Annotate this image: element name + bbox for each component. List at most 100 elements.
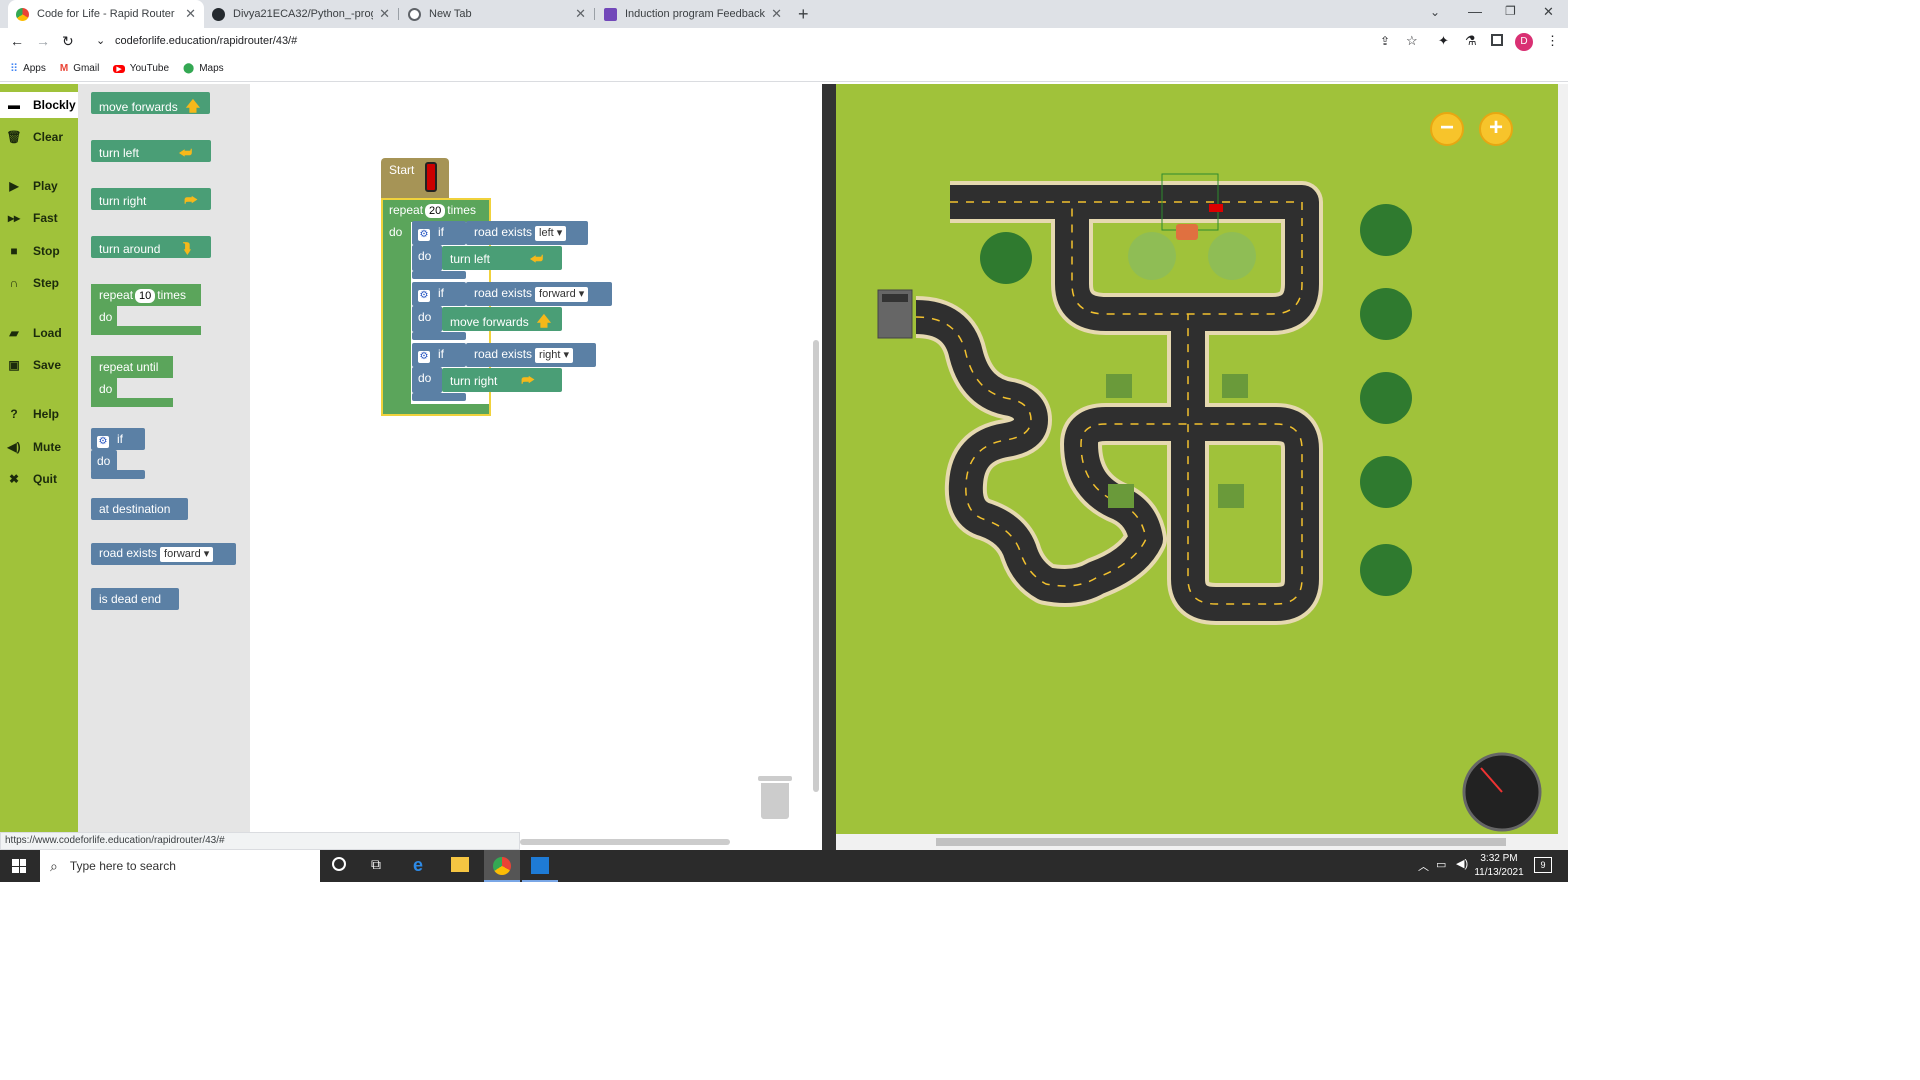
windows-start-icon[interactable]	[12, 859, 26, 873]
zoom-out-button[interactable]: −	[1430, 112, 1464, 146]
url-field[interactable]: codeforlife.education/rapidrouter/43/#	[115, 35, 297, 47]
direction-dropdown[interactable]: forward ▾	[535, 287, 589, 302]
menu-step[interactable]: ∩ Step	[0, 270, 78, 296]
back-icon[interactable]: ←	[10, 33, 24, 49]
workspace-vertical-scrollbar[interactable]	[813, 340, 819, 792]
side-panel-icon[interactable]	[1491, 34, 1503, 46]
gear-icon[interactable]: ⚙	[418, 351, 430, 363]
notification-center-icon[interactable]: 9	[1534, 857, 1552, 873]
menu-clear[interactable]: 🗑 Clear	[0, 124, 78, 150]
toolbox-repeat-until-block[interactable]: repeat until do	[91, 356, 175, 408]
repeat-count-field[interactable]: 10	[135, 289, 156, 303]
bookmark-youtube[interactable]: ▶ YouTube	[113, 63, 169, 74]
menu-play[interactable]: ▶ Play	[0, 173, 78, 199]
move-forwards-block[interactable]: move forwards 🡅	[442, 307, 562, 331]
turn-right-block[interactable]: turn right ⮫	[442, 368, 562, 392]
network-icon[interactable]: ▭	[1436, 858, 1446, 871]
task-view-icon[interactable]: ⧉	[371, 856, 381, 873]
restore-icon[interactable]: ❐	[1505, 4, 1516, 18]
if-left-block[interactable]: ⚙ if road exists left ▾ do turn left ⮨	[412, 221, 588, 279]
tab-new-tab[interactable]: New Tab ✕	[400, 0, 594, 28]
close-window-icon[interactable]: ✕	[1543, 4, 1554, 20]
taskbar-search-box[interactable]: ⌕ Type here to search	[40, 850, 320, 882]
menu-load[interactable]: ▰ Load	[0, 320, 78, 346]
close-tab-icon[interactable]: ✕	[771, 6, 782, 22]
menu-stop[interactable]: ■ Stop	[0, 238, 78, 264]
road-exists-condition[interactable]: road exists right ▾	[466, 343, 596, 367]
apps-grid-icon: ⠿	[10, 63, 19, 75]
blockly-workspace[interactable]: Start repeat 20 times do ⚙ if road exists le…	[250, 84, 822, 850]
lab-icon[interactable]: ⚗	[1465, 33, 1477, 49]
menu-blockly[interactable]: ▬ Blockly	[0, 92, 78, 118]
bookmark-maps[interactable]: ⬤ Maps	[183, 63, 224, 74]
taskbar-photos[interactable]	[522, 850, 558, 882]
toolbox-turn-left-block[interactable]: turn left ⮨	[91, 140, 211, 162]
zoom-in-button[interactable]: +	[1479, 112, 1513, 146]
cortana-icon[interactable]	[332, 857, 346, 871]
gear-icon[interactable]: ⚙	[97, 436, 109, 448]
profile-avatar[interactable]: D	[1515, 33, 1533, 51]
road-exists-condition[interactable]: road exists left ▾	[466, 221, 588, 245]
stop-icon: ■	[10, 244, 18, 258]
site-info-icon[interactable]: ⌄	[96, 34, 105, 47]
toolbox-at-destination-block[interactable]: at destination	[91, 498, 188, 520]
new-tab-icon[interactable]: +	[798, 4, 809, 25]
workspace-horizontal-scrollbar[interactable]	[520, 839, 730, 845]
close-tab-icon[interactable]: ✕	[379, 6, 390, 22]
repeat-count-field[interactable]: 20	[425, 204, 446, 218]
turn-left-block[interactable]: turn left ⮨	[442, 246, 562, 270]
page-vertical-scrollbar[interactable]	[1558, 84, 1568, 850]
trash-icon: 🗑	[6, 130, 22, 144]
close-tab-icon[interactable]: ✕	[575, 6, 586, 22]
minimize-icon[interactable]: —	[1468, 3, 1482, 19]
bookmark-star-icon[interactable]: ☆	[1406, 33, 1418, 49]
road-map	[877, 173, 1542, 832]
road-exists-condition[interactable]: road exists forward ▾	[466, 282, 612, 306]
tab-search-icon[interactable]: ⌄	[1430, 5, 1440, 19]
menu-help[interactable]: ? Help	[0, 401, 78, 427]
workspace-trash-icon[interactable]	[758, 776, 792, 820]
start-block[interactable]: Start	[381, 158, 449, 198]
forward-icon[interactable]: →	[36, 33, 50, 49]
van-icon	[425, 162, 437, 192]
toolbox-turn-right-block[interactable]: turn right ⮫	[91, 188, 211, 210]
tray-chevron-icon[interactable]: ︿	[1418, 858, 1429, 874]
volume-icon[interactable]: ◀)	[1456, 857, 1468, 870]
tab-github[interactable]: Divya21ECA32/Python_-program ✕	[204, 0, 398, 28]
reload-icon[interactable]: ↻	[62, 33, 74, 50]
direction-dropdown[interactable]: left ▾	[535, 226, 567, 241]
bookmark-apps[interactable]: ⠿ Apps	[10, 62, 46, 75]
tab-induction-feedback[interactable]: Induction program Feedback ✕	[596, 0, 790, 28]
tab-code-for-life[interactable]: Code for Life - Rapid Router ✕	[8, 0, 204, 28]
clock[interactable]: 3:32 PM 11/13/2021	[1474, 852, 1524, 880]
menu-quit[interactable]: ✖ Quit	[0, 466, 78, 492]
map-horizontal-scrollbar[interactable]	[836, 834, 1558, 850]
arrow-right-turn-icon: ⮫	[521, 372, 535, 388]
youtube-icon: ▶	[113, 64, 125, 73]
share-icon[interactable]: ⇪	[1380, 34, 1390, 48]
menu-fast[interactable]: ▸▸ Fast	[0, 205, 78, 231]
toolbox-repeat-block[interactable]: repeat 10 times do	[91, 284, 201, 336]
panel-divider[interactable]	[822, 84, 836, 850]
direction-dropdown[interactable]: right ▾	[535, 348, 574, 363]
toolbox-road-exists-block[interactable]: road exists forward ▾	[91, 543, 236, 565]
extensions-icon[interactable]: ✦	[1438, 33, 1449, 49]
if-right-block[interactable]: ⚙ if road exists right ▾ do turn right ⮫	[412, 343, 596, 401]
forms-favicon-icon	[604, 7, 617, 21]
toolbox-turn-around-block[interactable]: turn around ⮯	[91, 236, 211, 258]
taskbar-chrome[interactable]	[484, 850, 520, 882]
toolbox-is-dead-end-block[interactable]: is dead end	[91, 588, 179, 610]
file-explorer-icon[interactable]	[451, 857, 469, 872]
gear-icon[interactable]: ⚙	[418, 229, 430, 241]
direction-dropdown[interactable]: forward ▾	[160, 547, 214, 562]
gear-icon[interactable]: ⚙	[418, 290, 430, 302]
toolbox-move-forwards-block[interactable]: move forwards 🡅	[91, 92, 210, 114]
bookmark-gmail[interactable]: M Gmail	[60, 63, 99, 74]
edge-icon[interactable]: e	[413, 855, 423, 876]
toolbox-if-block[interactable]: ⚙ if do	[91, 428, 147, 480]
close-tab-icon[interactable]: ✕	[185, 6, 196, 22]
if-forward-block[interactable]: ⚙ if road exists forward ▾ do move forward…	[412, 282, 612, 340]
menu-kebab-icon[interactable]: ⋮	[1546, 33, 1559, 49]
menu-save[interactable]: ▣ Save	[0, 352, 78, 378]
menu-mute[interactable]: ◀) Mute	[0, 434, 78, 460]
